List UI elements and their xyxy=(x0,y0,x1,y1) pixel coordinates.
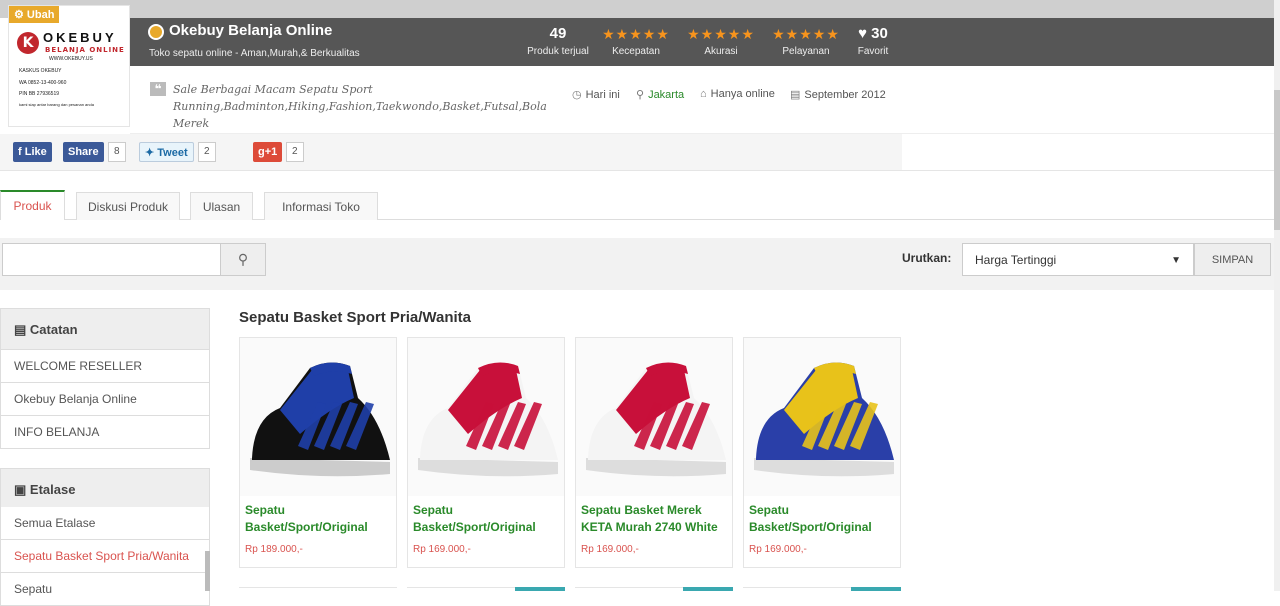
product-name[interactable]: Sepatu Basket/Sport/Original xyxy=(413,502,563,536)
product-toolbar: ⚲ Urutkan: Harga Tertinggi ▼ SIMPAN xyxy=(0,238,1274,290)
stat-speed: ★★★★★ Kecepatan xyxy=(596,24,676,57)
meta-since: ▤ September 2012 xyxy=(790,89,886,101)
social-bar: f Like Share 8 ✦ Tweet 2 g+1 2 xyxy=(0,134,902,170)
product-price: Rp 169.000,- xyxy=(413,544,471,555)
shop-tabs: Produk Diskusi Produk Ulasan Informasi T… xyxy=(0,190,1280,220)
meta-location[interactable]: ⚲ Jakarta xyxy=(636,88,684,101)
product-image[interactable] xyxy=(408,338,564,496)
product-image[interactable] xyxy=(576,338,732,496)
twitter-icon: ✦ xyxy=(145,147,158,159)
gplus-button[interactable]: g+1 xyxy=(253,142,283,162)
stat-accuracy: ★★★★★ Akurasi xyxy=(681,24,761,57)
facebook-icon: f xyxy=(18,146,25,158)
search-button[interactable]: ⚲ xyxy=(220,243,266,276)
tweet-count: 2 xyxy=(198,142,216,162)
divider xyxy=(0,170,1280,171)
shop-badge-icon xyxy=(148,24,164,40)
logo-subtitle: BELANJA ONLINE xyxy=(45,46,125,54)
logo-line: WWW.OKEBUY.US xyxy=(49,56,93,62)
logo-line: kami siap antar barang dan pesanan anda xyxy=(19,102,94,107)
logo-brand: OKEBUY xyxy=(43,30,117,45)
sidebar-scrollbar[interactable] xyxy=(205,551,210,591)
logo-line: PIN BB 27936519 xyxy=(19,91,60,97)
product-price: Rp 189.000,- xyxy=(245,544,303,555)
section-title: Sepatu Basket Sport Pria/Wanita xyxy=(239,309,472,326)
meta-last-online: ◷ Hari ini xyxy=(572,89,620,101)
product-card-partial[interactable] xyxy=(239,587,397,591)
product-card[interactable]: Sepatu Basket/Sport/Original Rp 169.000,… xyxy=(743,337,901,568)
catatan-header: ▤ Catatan xyxy=(0,308,210,350)
star-icon: ★★★★★ xyxy=(687,26,755,42)
catatan-item[interactable]: INFO BELANJA xyxy=(0,416,210,449)
stat-sold: 49 Produk terjual xyxy=(527,25,589,57)
quote-icon: ❝ xyxy=(150,82,166,96)
logo-mark: K xyxy=(17,32,39,54)
shop-logo: K OKEBUY BELANJA ONLINE WWW.OKEBUY.US KA… xyxy=(8,5,130,127)
home-icon: ⌂ xyxy=(700,88,707,100)
product-badge xyxy=(515,587,565,591)
scrollbar-thumb[interactable] xyxy=(1274,90,1280,230)
meta-online-only: ⌂ Hanya online xyxy=(700,88,775,100)
top-band xyxy=(0,0,1280,18)
facebook-like-button[interactable]: f Like xyxy=(13,142,52,162)
star-icon: ★★★★★ xyxy=(602,26,670,42)
product-price: Rp 169.000,- xyxy=(749,544,807,555)
tab-diskusi-produk[interactable]: Diskusi Produk xyxy=(76,192,180,220)
etalase-item[interactable]: Sepatu xyxy=(0,573,210,606)
tab-ulasan[interactable]: Ulasan xyxy=(190,192,253,220)
etalase-header: ▣ Etalase xyxy=(0,468,210,510)
tab-produk[interactable]: Produk xyxy=(0,190,65,220)
product-name[interactable]: Sepatu Basket/Sport/Original xyxy=(245,502,395,536)
sort-label: Urutkan: xyxy=(902,251,952,265)
etalase-item-active[interactable]: Sepatu Basket Sport Pria/Wanita xyxy=(0,540,210,573)
tweet-button[interactable]: ✦ Tweet xyxy=(139,142,194,162)
shop-info: ❝ Sale Berbagai Macam Sepatu Sport Runni… xyxy=(130,66,1274,134)
shop-header: Okebuy Belanja Online Toko sepatu online… xyxy=(130,18,1274,66)
product-search-input[interactable] xyxy=(2,243,221,276)
catatan-item[interactable]: WELCOME RESELLER xyxy=(0,350,210,383)
tab-informasi-toko[interactable]: Informasi Toko xyxy=(264,192,378,220)
clock-icon: ◷ xyxy=(572,89,582,101)
star-icon: ★★★★★ xyxy=(772,26,840,42)
product-price: Rp 169.000,- xyxy=(581,544,639,555)
product-image[interactable] xyxy=(240,338,396,496)
logo-line: KASKUS OKEBUY xyxy=(19,68,62,74)
caret-down-icon: ▼ xyxy=(1171,255,1181,266)
share-count: 8 xyxy=(108,142,126,162)
facebook-share-button[interactable]: Share xyxy=(63,142,104,162)
logo-line: WA 0852-13-400-960 xyxy=(19,80,67,86)
shop-description: Sale Berbagai Macam Sepatu Sport Running… xyxy=(173,83,547,130)
product-name[interactable]: Sepatu Basket Merek KETA Murah 2740 Whit… xyxy=(581,502,731,536)
product-card[interactable]: Sepatu Basket/Sport/Original Rp 189.000,… xyxy=(239,337,397,568)
shop-name[interactable]: Okebuy Belanja Online xyxy=(169,22,332,39)
etalase-item[interactable]: Semua Etalase xyxy=(0,507,210,540)
catatan-item[interactable]: Okebuy Belanja Online xyxy=(0,383,210,416)
shop-tagline: Toko sepatu online - Aman,Murah,& Berkua… xyxy=(149,48,360,59)
search-icon: ⚲ xyxy=(237,252,249,268)
note-icon: ▤ xyxy=(14,322,30,337)
showcase-icon: ▣ xyxy=(14,482,30,497)
product-image[interactable] xyxy=(744,338,900,496)
page-scrollbar[interactable] xyxy=(1274,0,1280,591)
sort-select[interactable]: Harga Tertinggi ▼ xyxy=(962,243,1194,276)
product-badge xyxy=(851,587,901,591)
product-card[interactable]: Sepatu Basket/Sport/Original Rp 169.000,… xyxy=(407,337,565,568)
edit-logo-button[interactable]: ⚙ Ubah xyxy=(9,6,60,23)
gplus-count: 2 xyxy=(286,142,304,162)
stat-service: ★★★★★ Pelayanan xyxy=(766,24,846,57)
product-name[interactable]: Sepatu Basket/Sport/Original xyxy=(749,502,899,536)
calendar-icon: ▤ xyxy=(790,89,801,101)
product-badge xyxy=(683,587,733,591)
simpan-button[interactable]: SIMPAN xyxy=(1194,243,1271,276)
product-card[interactable]: Sepatu Basket Merek KETA Murah 2740 Whit… xyxy=(575,337,733,568)
stat-favorite[interactable]: ♥ 30 Favorit xyxy=(846,24,900,57)
location-icon: ⚲ xyxy=(636,89,645,101)
